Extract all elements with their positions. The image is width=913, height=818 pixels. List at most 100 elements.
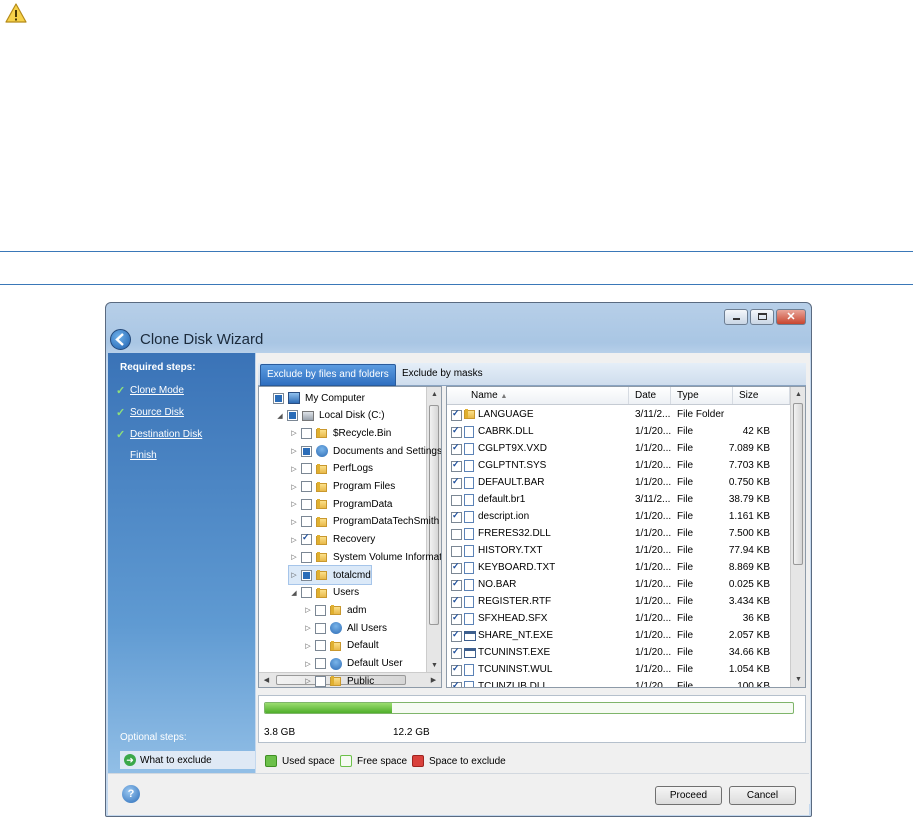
tree-checkbox[interactable]	[301, 532, 312, 546]
list-vertical-scrollbar[interactable]: ▲ ▼	[790, 387, 805, 687]
tab-exclude-by-masks[interactable]: Exclude by masks	[396, 364, 489, 384]
file-row[interactable]: CGLPTNT.SYS 1/1/20... File 7.703 KB	[447, 457, 790, 474]
step-clone-mode[interactable]: ✓ Clone Mode	[116, 384, 184, 397]
file-checkbox[interactable]	[451, 442, 462, 455]
file-row[interactable]: NO.BAR 1/1/20... File 0.025 KB	[447, 576, 790, 593]
scroll-down-icon[interactable]: ▼	[791, 672, 805, 687]
expand-icon[interactable]: ▷	[289, 483, 299, 491]
help-icon[interactable]: ?	[122, 785, 140, 803]
file-checkbox[interactable]	[451, 408, 462, 421]
expand-icon[interactable]: ▷	[289, 465, 299, 473]
expand-icon[interactable]: ▷	[289, 447, 299, 455]
file-checkbox[interactable]	[451, 663, 462, 676]
file-checkbox[interactable]	[451, 595, 462, 608]
expand-icon[interactable]: ▷	[289, 518, 299, 526]
expand-icon[interactable]: ▷	[303, 642, 313, 650]
column-date[interactable]: Date	[629, 387, 671, 404]
tree-node[interactable]: ▷ PerfLogs	[289, 460, 373, 478]
tree-checkbox[interactable]	[301, 445, 312, 457]
step-finish[interactable]: Finish	[116, 450, 157, 461]
expand-icon[interactable]: ▷	[289, 553, 299, 561]
expand-icon[interactable]: ▷	[303, 624, 313, 632]
tree-node[interactable]: ▷ Recovery	[289, 531, 375, 549]
tab-exclude-by-files[interactable]: Exclude by files and folders	[260, 364, 396, 386]
column-size[interactable]: Size	[733, 387, 790, 404]
tree-node[interactable]: ◢ Users	[289, 584, 359, 602]
file-row[interactable]: TCUNINST.WUL 1/1/20... File 1.054 KB	[447, 661, 790, 678]
tree-checkbox[interactable]	[315, 675, 326, 687]
step-source-disk[interactable]: ✓ Source Disk	[116, 406, 184, 419]
file-row[interactable]: TCUNINST.EXE 1/1/20... File 34.66 KB	[447, 644, 790, 661]
step-what-to-exclude[interactable]: ➜ What to exclude	[120, 751, 255, 769]
file-row[interactable]: default.br1 3/11/2... File 38.79 KB	[447, 491, 790, 508]
file-row[interactable]: HISTORY.TXT 1/1/20... File 77.94 KB	[447, 542, 790, 559]
file-checkbox[interactable]	[451, 680, 462, 687]
file-checkbox[interactable]	[451, 425, 462, 438]
file-row[interactable]: SFXHEAD.SFX 1/1/20... File 36 KB	[447, 610, 790, 627]
tree-node[interactable]: ▷ System Volume Information	[289, 548, 441, 566]
cancel-button[interactable]: Cancel	[729, 786, 796, 805]
file-row[interactable]: SHARE_NT.EXE 1/1/20... File 2.057 KB	[447, 627, 790, 644]
file-checkbox[interactable]	[451, 529, 462, 540]
scroll-up-icon[interactable]: ▲	[791, 387, 805, 402]
file-row[interactable]: FRERES32.DLL 1/1/20... File 7.500 KB	[447, 525, 790, 542]
tree-checkbox[interactable]	[301, 551, 312, 563]
expand-icon[interactable]: ▷	[289, 500, 299, 508]
scroll-down-icon[interactable]: ▼	[427, 658, 441, 673]
collapse-icon[interactable]: ◢	[289, 589, 299, 597]
file-checkbox[interactable]	[451, 476, 462, 489]
tree-node[interactable]: ◢ Local Disk (C:)	[275, 407, 385, 425]
tree-node[interactable]: ▷ Public	[303, 672, 374, 687]
file-row[interactable]: CGLPT9X.VXD 1/1/20... File 7.089 KB	[447, 440, 790, 457]
tree-node[interactable]: ▷ Default	[303, 637, 379, 655]
tree-checkbox[interactable]	[301, 498, 312, 510]
tree-checkbox[interactable]	[301, 587, 312, 599]
expand-icon[interactable]: ▷	[289, 571, 299, 579]
scroll-right-icon[interactable]: ▶	[426, 673, 441, 687]
expand-icon[interactable]: ▷	[289, 536, 299, 544]
tree-node[interactable]: ▷ $Recycle.Bin	[289, 424, 391, 442]
scroll-left-icon[interactable]: ◀	[259, 673, 274, 687]
file-checkbox[interactable]	[451, 546, 462, 557]
collapse-icon[interactable]: ◢	[275, 412, 285, 420]
file-checkbox[interactable]	[451, 612, 462, 625]
tree-checkbox[interactable]	[315, 658, 326, 669]
minimize-button[interactable]	[724, 309, 748, 325]
tree-checkbox[interactable]	[315, 640, 326, 652]
column-name[interactable]: Name ▲	[447, 387, 629, 404]
proceed-button[interactable]: Proceed	[655, 786, 722, 805]
file-list[interactable]: Name ▲ Date Type Size ▲ ▼ LANGUAGE 3/11/2…	[446, 386, 806, 688]
tree-checkbox[interactable]	[315, 622, 326, 634]
scroll-up-icon[interactable]: ▲	[427, 387, 441, 402]
tree-node[interactable]: ▷ Program Files	[289, 478, 395, 496]
file-checkbox[interactable]	[451, 459, 462, 472]
tree-node[interactable]: ▷ Documents and Settings	[289, 442, 441, 460]
tree-checkbox[interactable]	[315, 604, 326, 616]
tree-checkbox[interactable]	[287, 410, 298, 422]
tree-node[interactable]: ▷ ProgramData	[289, 495, 392, 513]
file-row[interactable]: KEYBOARD.TXT 1/1/20... File 8.869 KB	[447, 559, 790, 576]
file-row[interactable]: DEFAULT.BAR 1/1/20... File 0.750 KB	[447, 474, 790, 491]
file-checkbox[interactable]	[451, 646, 462, 659]
tree-node[interactable]: ▷ All Users	[303, 619, 387, 637]
tree-node[interactable]: My Computer	[261, 389, 365, 407]
tree-checkbox[interactable]	[301, 516, 312, 528]
file-row[interactable]: REGISTER.RTF 1/1/20... File 3.434 KB	[447, 593, 790, 610]
tree-checkbox[interactable]	[301, 569, 312, 581]
tree-checkbox[interactable]	[301, 463, 312, 475]
maximize-button[interactable]	[750, 309, 774, 325]
back-button[interactable]	[110, 329, 131, 350]
file-checkbox[interactable]	[451, 578, 462, 591]
expand-icon[interactable]: ▷	[289, 429, 299, 437]
tree-checkbox[interactable]	[301, 427, 312, 439]
column-type[interactable]: Type	[671, 387, 733, 404]
file-row[interactable]: CABRK.DLL 1/1/20... File 42 KB	[447, 423, 790, 440]
tree-node[interactable]: ▷ adm	[303, 601, 366, 619]
expand-icon[interactable]: ▷	[303, 660, 313, 668]
step-destination-disk[interactable]: ✓ Destination Disk	[116, 428, 202, 441]
scroll-thumb[interactable]	[793, 403, 803, 565]
file-row[interactable]: LANGUAGE 3/11/2... File Folder	[447, 406, 790, 423]
file-row[interactable]: descript.ion 1/1/20... File 1.161 KB	[447, 508, 790, 525]
folder-tree[interactable]: ▲ ▼ ◀ ▶ My Computer ◢ Local Disk (C:) ▷ $Rec…	[258, 386, 442, 688]
file-checkbox[interactable]	[451, 510, 462, 523]
